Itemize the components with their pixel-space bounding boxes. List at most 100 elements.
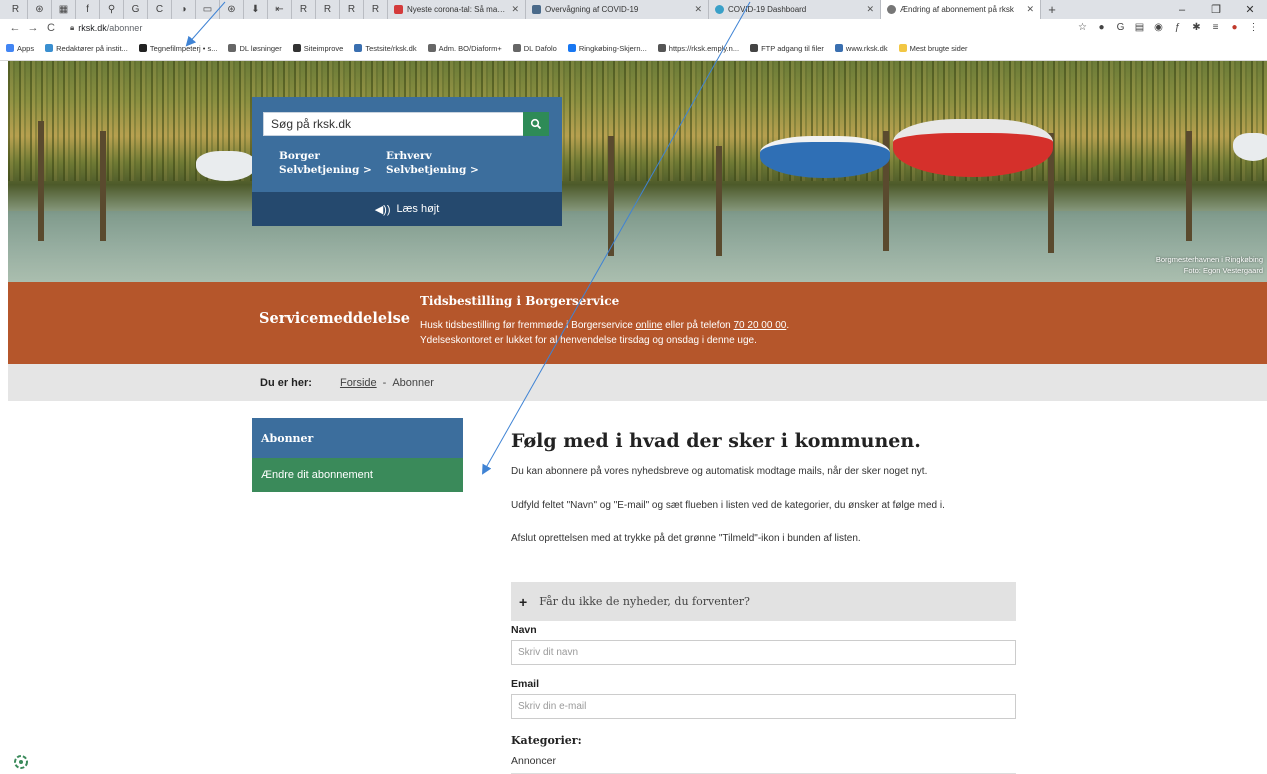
bookmark-item[interactable]: Adm. BO/Diaform+ [427, 43, 502, 53]
notice-line-1: Husk tidsbestilling før fremmøde i Borge… [420, 318, 789, 333]
address-bar: ← → C 🔒︎ rksk.dk/abonner ☆ ● G ▤ ◉ ƒ ✱ ≡… [0, 19, 1267, 36]
borger-selvbetjening-link[interactable]: Borger Selvbetjening > [279, 149, 372, 177]
extension-puzzle-icon[interactable]: ✱ [1187, 22, 1206, 33]
tab-overvaagning[interactable]: Overvågning af COVID-19 ✕ [526, 0, 709, 19]
forward-arrow-icon[interactable]: → [24, 22, 42, 34]
close-tab-icon[interactable]: ✕ [694, 4, 702, 15]
pinned-tab[interactable]: R [316, 0, 340, 19]
menu-kebab-icon[interactable]: ⋮ [1244, 22, 1263, 33]
faq-accordion[interactable]: + Får du ikke de nyheder, du forventer? [511, 582, 1016, 621]
bookmark-item[interactable]: Siteimprove [292, 44, 343, 53]
extension-eye-icon[interactable]: ◉ [1149, 22, 1168, 33]
bookmark-item[interactable]: www.rksk.dk [834, 44, 888, 53]
bookmark-item[interactable]: DL Dafolo [512, 43, 557, 53]
faq-title: Får du ikke de nyheder, du forventer? [539, 595, 750, 608]
maximize-button[interactable]: ❐ [1199, 3, 1233, 16]
email-field[interactable] [512, 695, 1015, 718]
tab-corona[interactable]: Nyeste corona-tal: Så mange er ✕ [388, 0, 526, 19]
sidebar-item-aendre-abonnement[interactable]: Ændre dit abonnement [252, 458, 463, 492]
pinned-tab[interactable]: ⬇ [244, 0, 268, 19]
pinned-tab[interactable]: R [340, 0, 364, 19]
erhverv-selvbetjening-link[interactable]: Erhverv Selvbetjening > [386, 149, 479, 177]
name-label: Navn [511, 624, 537, 636]
name-field[interactable] [512, 641, 1015, 664]
pinned-tab[interactable]: ⚲ [100, 0, 124, 19]
new-tab-button[interactable]: + [1041, 2, 1063, 17]
search-box [263, 112, 524, 136]
pinned-tab[interactable]: f [76, 0, 100, 19]
extension-list-icon[interactable]: ≡ [1206, 22, 1225, 33]
pinned-tab[interactable]: ⊛ [28, 0, 52, 19]
profile-avatar-icon[interactable]: ● [1225, 22, 1244, 33]
pinned-tab[interactable]: ◑ [172, 0, 196, 19]
pinned-tab[interactable]: ⊛ [220, 0, 244, 19]
side-navigation: Abonner Ændre dit abonnement [252, 418, 463, 492]
search-input[interactable] [264, 113, 523, 135]
feedback-widget-icon[interactable] [13, 754, 29, 770]
tab-title: Ændring af abonnement på rksk [900, 5, 1014, 14]
pinned-tab[interactable]: G [124, 0, 148, 19]
read-aloud-button[interactable]: ◀)) Læs højt [252, 192, 562, 226]
breadcrumb-current: Abonner [392, 376, 434, 389]
lock-icon[interactable]: 🔒︎ [70, 23, 74, 33]
minimize-button[interactable]: – [1165, 4, 1199, 16]
browser-tab-bar: R ⊛ ▦ f ⚲ G C ◑ ▭ ⊛ ⬇ ⇤ R R R R Nyeste corona-tal: Så m… [0, 0, 1267, 19]
tab-favicon [394, 5, 403, 14]
extension-g-icon[interactable]: G [1111, 22, 1130, 33]
pinned-tab[interactable]: ⇤ [268, 0, 292, 19]
online-link[interactable]: online [636, 320, 663, 331]
intro-paragraph-1: Du kan abonnere på vores nyhedsbreve og … [511, 466, 928, 477]
star-icon[interactable]: ☆ [1073, 22, 1092, 33]
bookmark-favicon [354, 44, 363, 52]
speaker-icon: ◀)) [374, 203, 391, 216]
bookmark-favicon [567, 44, 576, 52]
bookmark-item[interactable]: Testsite/rksk.dk [354, 44, 417, 53]
bookmark-item[interactable]: Apps [6, 44, 34, 53]
url-path: /abonner [106, 22, 143, 33]
phone-link[interactable]: 70 20 00 00 [734, 320, 787, 331]
bookmarks-bar: Apps Redaktører på instit... Tegnefilmpete… [0, 36, 1267, 61]
erhverv-sublabel: Selvbetjening > [386, 164, 479, 176]
close-tab-icon[interactable]: ✕ [1026, 4, 1034, 15]
borger-label: Borger [279, 150, 320, 162]
bookmark-item[interactable]: Mest brugte sider [898, 44, 968, 53]
bookmark-label: Adm. BO/Diaform+ [438, 43, 502, 53]
hero-caption: Borgmesterhavnen i Ringkøbing Foto: Egon… [1156, 254, 1263, 276]
bookmark-item[interactable]: Ringkøbing-Skjern... [567, 44, 647, 53]
pinned-tab[interactable]: C [148, 0, 172, 19]
bookmark-favicon [292, 44, 301, 52]
pinned-tab[interactable]: R [4, 0, 28, 19]
notice-label: Servicemeddelelse [259, 310, 411, 327]
close-window-button[interactable]: ✕ [1233, 3, 1267, 16]
bookmark-item[interactable]: FTP adgang til filer [750, 44, 824, 53]
pinned-tab[interactable]: ▦ [52, 0, 76, 19]
breadcrumb-home-link[interactable]: Forside [340, 377, 377, 389]
bookmark-item[interactable]: DL løsninger [228, 44, 282, 53]
tab-abonnement[interactable]: Ændring af abonnement på rksk ✕ [881, 0, 1041, 19]
category-item-annoncer[interactable]: Annoncer [511, 755, 1016, 774]
extension-formula-icon[interactable]: ƒ [1168, 22, 1187, 33]
bookmark-item[interactable]: Tegnefilmpeterj • s... [138, 44, 217, 53]
close-tab-icon[interactable]: ✕ [511, 4, 519, 15]
extension-page-icon[interactable]: ▤ [1130, 22, 1149, 33]
bookmark-favicon [228, 44, 237, 52]
url-field[interactable]: rksk.dk/abonner [78, 23, 142, 33]
pinned-tab[interactable]: ▭ [196, 0, 220, 19]
tab-dashboard[interactable]: COVID-19 Dashboard ✕ [709, 0, 881, 19]
bookmark-item[interactable]: https://rksk.emply.n... [657, 44, 739, 53]
white-boat-right [1233, 133, 1267, 161]
bookmark-item[interactable]: Redaktører på instit... [45, 44, 128, 53]
sidebar-item-abonner[interactable]: Abonner [252, 418, 463, 458]
pinned-tab[interactable]: R [292, 0, 316, 19]
jetty-post [100, 131, 106, 241]
pinned-tab[interactable]: R [364, 0, 388, 19]
bookmark-favicon [427, 44, 436, 52]
bookmark-label: DL Dafolo [523, 43, 557, 53]
hero-image: Borgmesterhavnen i Ringkøbing Foto: Egon… [8, 61, 1267, 282]
close-tab-icon[interactable]: ✕ [866, 4, 874, 15]
back-arrow-icon[interactable]: ← [6, 22, 24, 34]
search-button[interactable] [523, 112, 549, 136]
extension-dark-icon[interactable]: ● [1092, 22, 1111, 33]
reload-icon[interactable]: C [42, 22, 60, 34]
notice-text: eller på telefon [662, 320, 734, 331]
